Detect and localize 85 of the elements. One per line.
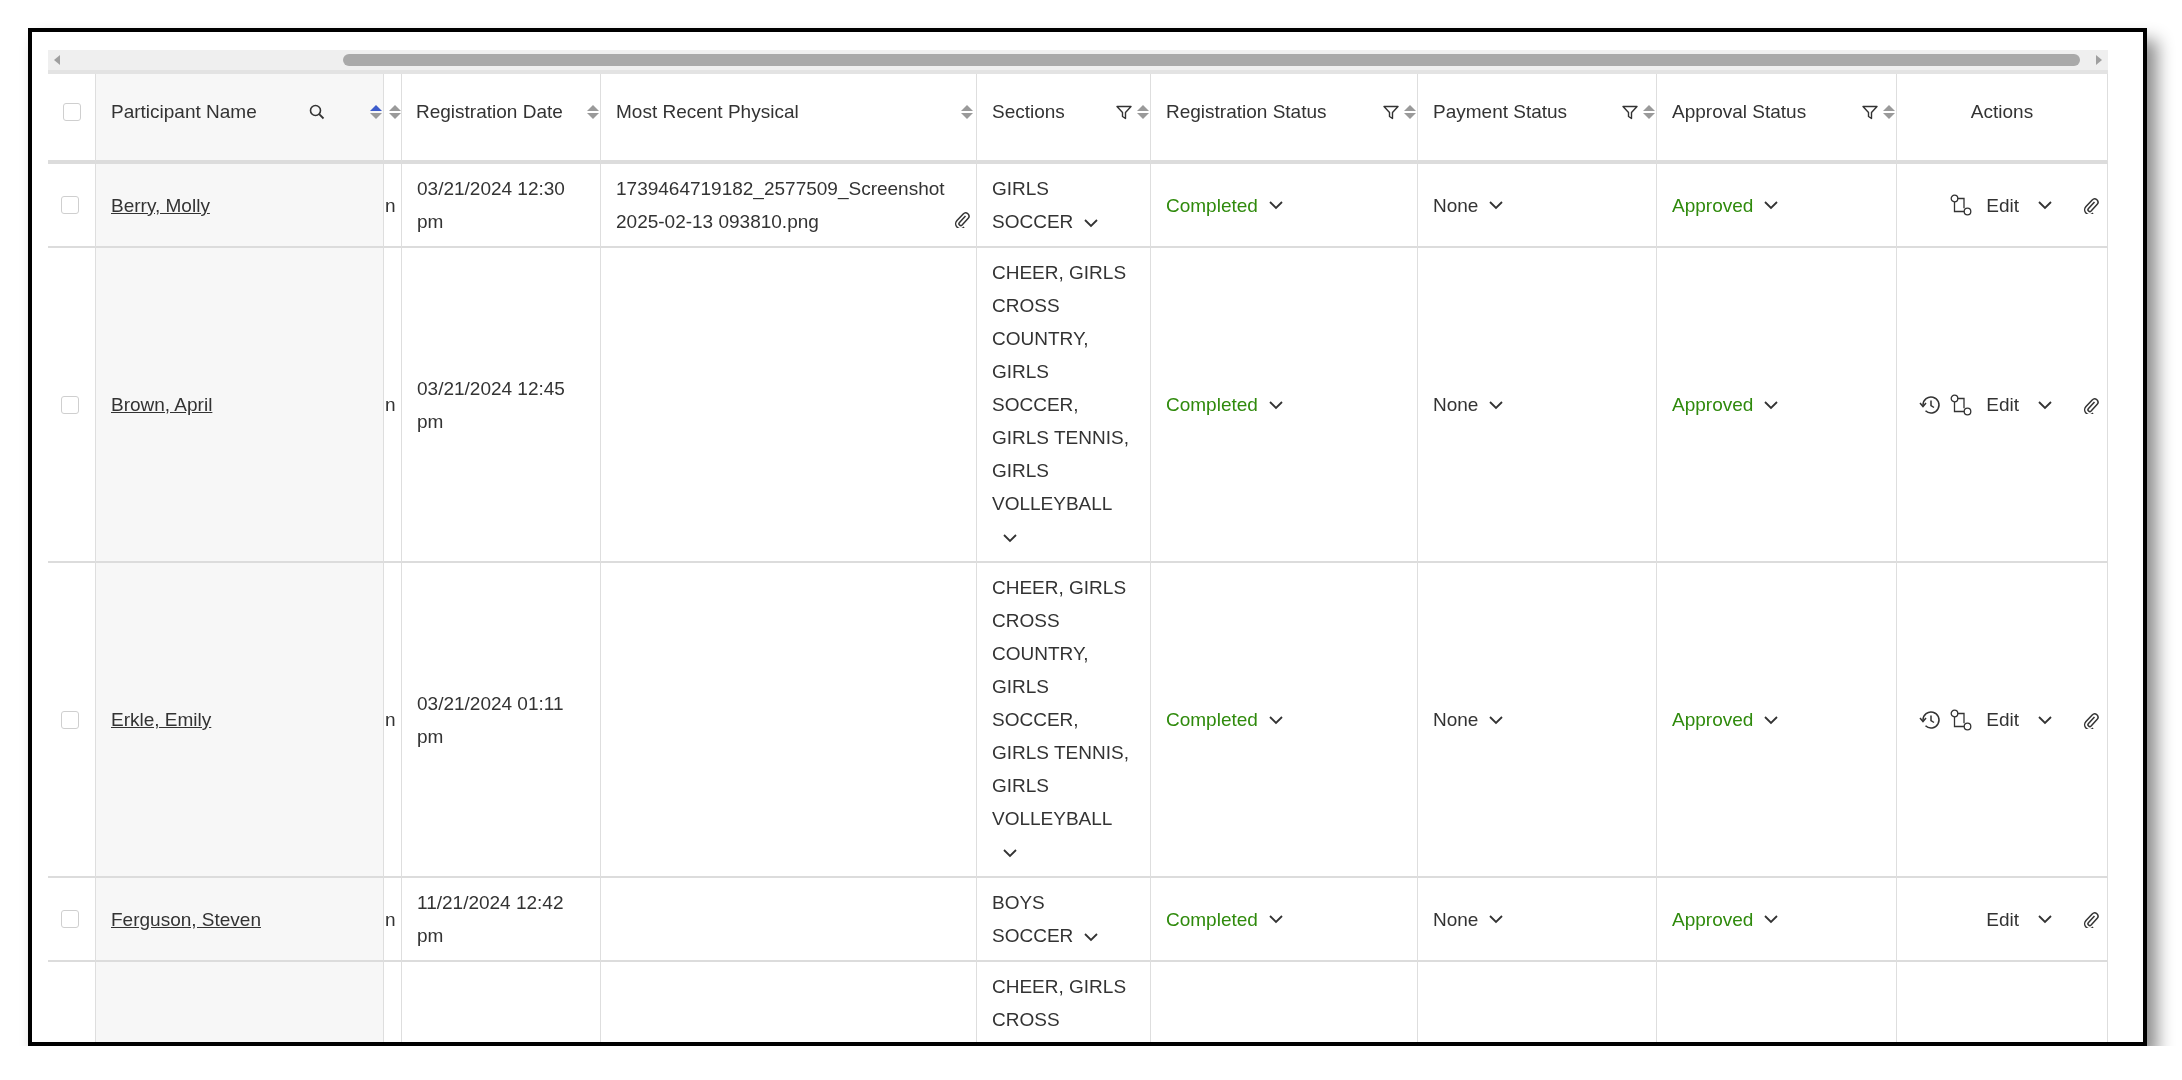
chevron-down-icon	[2037, 714, 2053, 725]
chevron-down-icon	[2037, 200, 2053, 210]
chevron-down-icon	[1267, 714, 1284, 725]
workflow-icon[interactable]	[1949, 194, 1972, 216]
row-checkbox[interactable]	[60, 910, 79, 928]
chevron-down-icon	[1267, 914, 1284, 924]
paperclip-icon[interactable]	[2083, 196, 2099, 214]
chevron-down-icon	[1763, 200, 1780, 210]
history-icon[interactable]	[1918, 709, 1941, 730]
sort-icon[interactable]	[960, 104, 974, 120]
payment-status-dropdown[interactable]: None	[1433, 902, 1505, 936]
column-header: Most Recent Physical	[616, 101, 799, 123]
approval-status-dropdown[interactable]: Approved	[1672, 703, 1780, 736]
chevron-down-icon	[1763, 399, 1780, 410]
workflow-icon[interactable]	[1949, 393, 1972, 416]
workflow-icon[interactable]	[1949, 708, 1972, 731]
sections-text: CHEER, GIRLS CROSS COUNTRY, GIRLS SOCCER, GIRLS TENNIS, GIRLS VOLLEYBALL	[992, 577, 1129, 829]
registration-status-dropdown[interactable]: Completed	[1166, 703, 1284, 736]
column-header: Actions	[1970, 101, 2034, 123]
chevron-down-icon	[1763, 914, 1780, 924]
row-checkbox[interactable]	[60, 196, 79, 214]
chevron-down-icon	[2037, 914, 2053, 924]
sections-text: CHEER, GIRLS CROSS	[992, 976, 1127, 1030]
column-header: Payment Status	[1433, 101, 1568, 123]
approval-status-dropdown[interactable]: Approved	[1672, 188, 1780, 222]
sections-text: BOYS SOCCER	[992, 892, 1074, 946]
row-checkbox[interactable]	[60, 395, 79, 414]
registration-status-dropdown[interactable]: Completed	[1166, 902, 1284, 936]
column-header: Sections	[992, 101, 1065, 123]
sort-icon[interactable]	[369, 104, 383, 120]
chevron-down-icon[interactable]	[1002, 533, 1018, 543]
table-cell-text: n	[385, 393, 396, 417]
chevron-down-icon	[1488, 914, 1505, 924]
participant-name-link[interactable]: Berry, Molly	[111, 188, 210, 222]
approval-status-dropdown[interactable]: Approved	[1672, 388, 1780, 421]
row-checkbox[interactable]	[60, 710, 79, 729]
chevron-down-icon	[1488, 200, 1505, 210]
table-cell-text: n	[385, 907, 396, 932]
column-header: Participant Name	[111, 101, 257, 123]
search-icon[interactable]	[309, 104, 325, 120]
column-header: Registration Date	[416, 101, 563, 123]
sort-icon[interactable]	[586, 104, 600, 120]
registration-status-dropdown[interactable]: Completed	[1166, 188, 1284, 222]
filter-icon[interactable]	[1622, 104, 1638, 120]
paperclip-icon[interactable]	[954, 210, 970, 228]
table-cell-text: n	[385, 708, 396, 732]
edit-dropdown-button[interactable]: Edit	[1986, 188, 2053, 222]
edit-dropdown-button[interactable]: Edit	[1986, 703, 2053, 736]
column-header: Registration Status	[1166, 101, 1327, 123]
chevron-down-icon	[1267, 200, 1284, 210]
chevron-down-icon	[2037, 399, 2053, 410]
paperclip-icon[interactable]	[2083, 710, 2099, 729]
chevron-down-icon	[1267, 399, 1284, 410]
registration-date: 11/21/2024 12:42 pm	[417, 891, 565, 948]
payment-status-dropdown[interactable]: None	[1433, 703, 1505, 736]
chevron-down-icon	[1488, 714, 1505, 725]
select-all-checkbox[interactable]	[62, 103, 81, 121]
chevron-down-icon[interactable]	[1083, 218, 1100, 228]
payment-status-dropdown[interactable]: None	[1433, 388, 1505, 421]
history-icon[interactable]	[1918, 394, 1941, 415]
chevron-down-icon	[1763, 714, 1780, 725]
sections-text: CHEER, GIRLS CROSS COUNTRY, GIRLS SOCCER, GIRLS TENNIS, GIRLS VOLLEYBALL	[992, 262, 1129, 514]
filter-icon[interactable]	[1383, 104, 1399, 120]
registration-date: 03/21/2024 12:30 pm	[417, 177, 566, 234]
paperclip-icon[interactable]	[2083, 910, 2099, 928]
edit-dropdown-button[interactable]: Edit	[1986, 388, 2053, 421]
registration-date: 03/21/2024 01:11 pm	[417, 691, 565, 749]
chevron-down-icon	[1488, 399, 1505, 410]
registration-date: 03/21/2024 12:45 pm	[417, 376, 566, 434]
payment-status-dropdown[interactable]: None	[1433, 188, 1505, 222]
approval-status-dropdown[interactable]: Approved	[1672, 902, 1780, 936]
sort-icon[interactable]	[388, 104, 402, 120]
registration-status-dropdown[interactable]: Completed	[1166, 388, 1284, 421]
participant-name-link[interactable]: Brown, April	[111, 388, 213, 421]
filter-icon[interactable]	[1862, 104, 1878, 120]
participant-name-link[interactable]: Erkle, Emily	[111, 703, 212, 736]
table-cell-text: n	[385, 193, 396, 218]
edit-dropdown-button[interactable]: Edit	[1986, 902, 2053, 936]
paperclip-icon[interactable]	[2083, 395, 2099, 414]
chevron-down-icon[interactable]	[1002, 848, 1018, 858]
filter-icon[interactable]	[1116, 104, 1132, 120]
column-header: Approval Status	[1672, 101, 1807, 123]
physical-file-name: 1739464719182_2577509_Screenshot 2025-02-13 093810.png	[616, 177, 946, 234]
chevron-down-icon[interactable]	[1083, 932, 1100, 942]
sections-text: GIRLS SOCCER	[992, 178, 1074, 232]
